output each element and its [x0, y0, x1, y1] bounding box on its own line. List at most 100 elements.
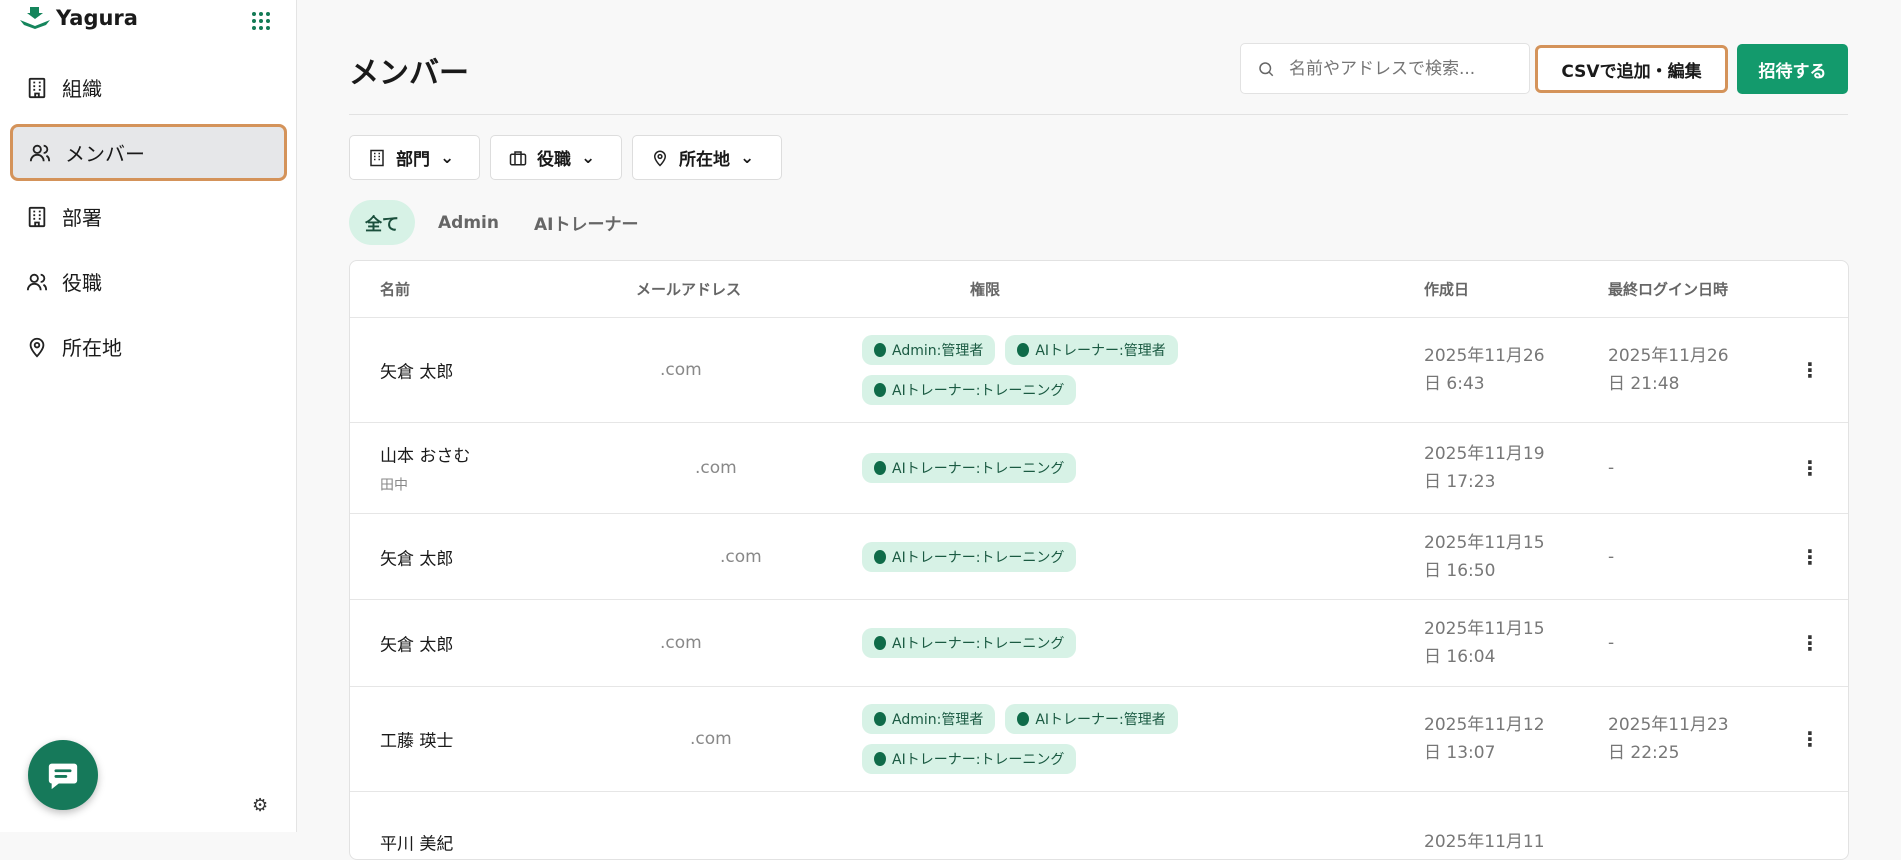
- member-subtext: 田中: [380, 477, 408, 494]
- more-options-icon[interactable]: ⋮: [1800, 545, 1820, 569]
- sidebar-item-positions[interactable]: 役職: [10, 253, 287, 310]
- role-label: AIトレーナー:管理者: [1035, 712, 1166, 728]
- table-row[interactable]: 矢倉 太郎 .com AIトレーナー:トレーニング 2025年11月15 日 16…: [350, 600, 1848, 687]
- member-name: 工藤 瑛士: [380, 731, 454, 752]
- last-login-date: 2025年11月26 日 21:48: [1608, 342, 1729, 398]
- sidebar-item-label: 部署: [62, 206, 102, 230]
- last-login-date: -: [1608, 454, 1614, 482]
- created-date: 2025年11月12 日 13:07: [1424, 711, 1545, 767]
- created-date-line: 2025年11月19: [1424, 444, 1545, 464]
- role-label: Admin:管理者: [892, 712, 984, 728]
- last-login-line: -: [1608, 633, 1615, 653]
- member-name-cell: 山本 おさむ 田中: [380, 442, 470, 495]
- building-icon: [28, 206, 46, 227]
- member-name: 矢倉 太郎: [380, 635, 454, 656]
- briefcase-icon: [509, 150, 527, 165]
- sidebar-item-label: 役職: [62, 271, 102, 295]
- created-time-line: 日 13:07: [1424, 743, 1496, 763]
- chevron-down-icon: ⌄: [440, 147, 455, 168]
- app-name: Yagura: [56, 6, 138, 30]
- yagura-logo-icon: [20, 7, 50, 29]
- last-login-line: -: [1608, 546, 1615, 567]
- dot-icon: [874, 752, 886, 766]
- role-label: AIトレーナー:トレーニング: [892, 752, 1065, 768]
- table-row[interactable]: 矢倉 太郎 .com AIトレーナー:トレーニング 2025年11月15 日 16…: [350, 514, 1848, 600]
- more-options-icon[interactable]: ⋮: [1800, 631, 1820, 655]
- column-header-email: メールアドレス: [636, 280, 742, 299]
- table-row[interactable]: 平川 美紀 2025年11月11: [350, 792, 1848, 859]
- role-badge: Admin:管理者: [862, 704, 996, 734]
- page-title: メンバー: [349, 56, 469, 91]
- column-header-created: 作成日: [1424, 280, 1470, 299]
- column-header-last-login: 最終ログイン日時: [1608, 280, 1729, 299]
- table-header: 名前 メールアドレス 権限 作成日 最終ログイン日時: [350, 261, 1848, 318]
- more-options-icon[interactable]: ⋮: [1800, 456, 1820, 480]
- role-label: AIトレーナー:トレーニング: [892, 636, 1065, 652]
- role-badge: AIトレーナー:管理者: [1005, 704, 1178, 734]
- table-row[interactable]: 山本 おさむ 田中 .com AIトレーナー:トレーニング 2025年11月19 日…: [350, 423, 1848, 514]
- member-name-cell: 平川 美紀: [380, 829, 453, 854]
- invite-button[interactable]: 招待する: [1737, 44, 1848, 94]
- filter-position[interactable]: 役職 ⌄: [490, 135, 622, 180]
- role-badge: AIトレーナー:管理者: [1005, 335, 1178, 365]
- created-date: 2025年11月19 日 17:23: [1424, 440, 1545, 496]
- created-date-line: 2025年11月15: [1424, 532, 1545, 553]
- more-options-icon[interactable]: ⋮: [1800, 358, 1820, 382]
- permissions-cell: AIトレーナー:トレーニング: [862, 628, 1232, 658]
- dot-icon: [1017, 712, 1030, 726]
- sidebar-item-members[interactable]: メンバー: [10, 124, 287, 181]
- last-login-line: -: [1608, 458, 1615, 478]
- created-date-line: 2025年11月15: [1424, 619, 1545, 639]
- last-login-date: -: [1608, 629, 1614, 657]
- tab-ai-trainer[interactable]: AIトレーナー: [518, 200, 654, 245]
- logo[interactable]: Yagura: [20, 6, 138, 30]
- created-date: 2025年11月15 日 16:04: [1424, 615, 1545, 671]
- last-login-line: 2025年11月23: [1608, 715, 1729, 735]
- created-time-line: 日 6:43: [1424, 374, 1485, 394]
- dot-icon: [1017, 343, 1030, 357]
- dot-icon: [874, 343, 886, 357]
- member-name: 山本 おさむ: [380, 446, 471, 467]
- member-email: .com: [660, 633, 702, 653]
- search-box[interactable]: [1240, 43, 1530, 94]
- csv-add-edit-button[interactable]: CSVで追加・編集: [1535, 45, 1728, 93]
- permissions-cell: AIトレーナー:トレーニング: [862, 453, 1232, 483]
- dot-icon: [874, 549, 886, 564]
- more-options-icon[interactable]: ⋮: [1800, 727, 1820, 751]
- search-input[interactable]: [1289, 58, 1509, 79]
- apps-grid-icon[interactable]: [252, 12, 270, 30]
- member-name: 矢倉 太郎: [380, 549, 454, 569]
- last-login-date: 2025年11月23 日 22:25: [1608, 711, 1729, 767]
- sidebar: Yagura 組織 メンバー 部署 役職 所在地 ⚙: [0, 0, 297, 832]
- chat-button[interactable]: [28, 740, 98, 810]
- member-email: .com: [660, 360, 702, 380]
- filter-label: 所在地: [679, 150, 730, 170]
- role-badge: AIトレーナー:トレーニング: [862, 744, 1077, 774]
- table-row[interactable]: 工藤 瑛士 .com Admin:管理者 AIトレーナー:管理者 AIトレーナー:ト…: [350, 687, 1848, 792]
- map-pin-icon: [653, 150, 667, 167]
- role-label: Admin:管理者: [892, 343, 984, 359]
- gear-icon[interactable]: ⚙: [252, 795, 268, 816]
- member-name: 平川 美紀: [380, 834, 454, 854]
- chevron-down-icon: ⌄: [581, 147, 596, 168]
- filter-department[interactable]: 部門 ⌄: [349, 135, 480, 180]
- tab-admin[interactable]: Admin: [422, 200, 515, 245]
- sidebar-item-organization[interactable]: 組織: [10, 59, 287, 116]
- map-pin-icon: [29, 337, 45, 357]
- role-label: AIトレーナー:トレーニング: [892, 461, 1065, 477]
- filter-location[interactable]: 所在地 ⌄: [632, 135, 782, 180]
- role-label: AIトレーナー:トレーニング: [892, 549, 1065, 566]
- member-name-cell: 矢倉 太郎: [380, 544, 453, 569]
- users-icon: [26, 273, 48, 290]
- search-icon: [1259, 61, 1274, 76]
- filter-label: 役職: [537, 150, 571, 170]
- permissions-cell: Admin:管理者 AIトレーナー:管理者 AIトレーナー:トレーニング: [862, 704, 1232, 774]
- created-date: 2025年11月15 日 16:50: [1424, 529, 1545, 585]
- member-name-cell: 矢倉 太郎: [380, 631, 453, 656]
- sidebar-item-locations[interactable]: 所在地: [10, 318, 287, 375]
- last-login-line: 2025年11月26: [1608, 346, 1729, 366]
- dot-icon: [874, 636, 886, 650]
- tab-all[interactable]: 全て: [349, 200, 415, 245]
- sidebar-item-departments[interactable]: 部署: [10, 188, 287, 245]
- table-row[interactable]: 矢倉 太郎 .com Admin:管理者 AIトレーナー:管理者 AIトレーナー:ト…: [350, 318, 1848, 423]
